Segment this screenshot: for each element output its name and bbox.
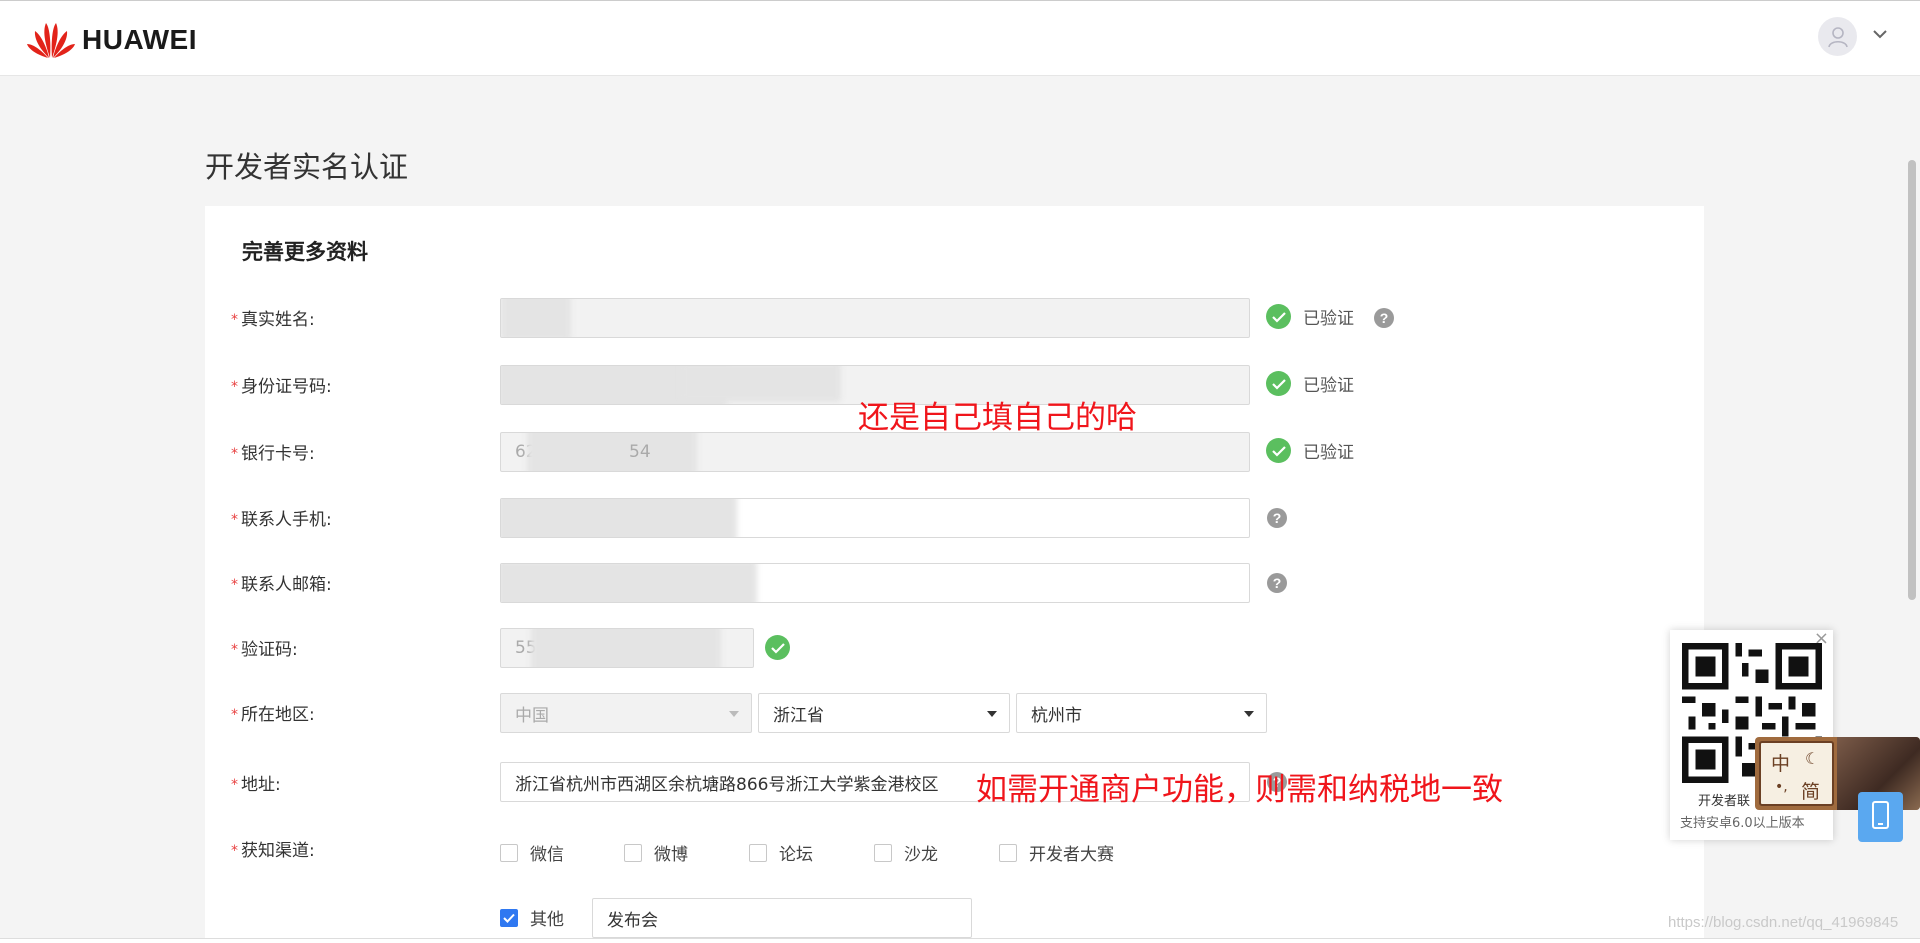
caret-down-icon <box>729 711 739 717</box>
moon-icon[interactable]: ☾ <box>1805 749 1819 768</box>
brand-name: HUAWEI <box>82 24 197 55</box>
checkbox-checked <box>500 908 518 927</box>
channel-option-salon[interactable]: 沙龙 <box>874 840 938 865</box>
ime-key-simplified[interactable]: 简 <box>1801 777 1820 804</box>
email-label: * 联系人邮箱: <box>231 575 332 595</box>
captcha-field[interactable]: 55 <box>500 628 754 668</box>
help-icon[interactable]: ? <box>1267 508 1287 528</box>
channel-label: * 获知渠道: <box>231 841 315 861</box>
ime-punctuation-icon[interactable]: •, <box>1775 779 1788 795</box>
bank-card-field[interactable]: 62 54 <box>500 432 1250 472</box>
check-circle-icon <box>1266 304 1291 329</box>
address-label: * 地址: <box>231 775 281 795</box>
country-select[interactable]: 中国 <box>500 693 752 733</box>
bank-card-verified: 已验证 <box>1266 438 1354 463</box>
ime-key-chinese[interactable]: 中 <box>1771 749 1790 776</box>
region-label: * 所在地区: <box>231 705 315 725</box>
phone-label: * 联系人手机: <box>231 510 332 530</box>
bank-card-label: * 银行卡号: <box>231 444 315 464</box>
channel-option-other[interactable]: 其他 <box>500 905 564 930</box>
annotation-note: 如需开通商户功能，则需和纳税地一致 <box>976 772 1503 808</box>
help-icon[interactable]: ? <box>1267 573 1287 593</box>
captcha-verified-icon <box>765 635 790 660</box>
required-mark: * <box>231 312 238 328</box>
checkbox <box>749 843 767 862</box>
section-title: 完善更多资料 <box>242 240 368 264</box>
ime-keys: 中 ☾ •, 简 <box>1759 741 1834 806</box>
qr-panel-title: 开发者联 <box>1698 794 1751 809</box>
help-icon[interactable]: ? <box>1374 308 1394 328</box>
checkbox <box>999 843 1017 862</box>
watermark-text: https://blog.csdn.net/qq_41969845 <box>1668 914 1899 931</box>
id-number-label: * 身份证号码: <box>231 377 332 397</box>
top-navigation-bar: HUAWEI <box>0 0 1920 76</box>
bank-card-value-tail: 54 <box>629 442 651 462</box>
page-title: 开发者实名认证 <box>205 150 409 184</box>
mobile-phone-button[interactable] <box>1858 792 1903 842</box>
city-select[interactable]: 杭州市 <box>1016 693 1267 733</box>
caret-down-icon <box>987 711 997 717</box>
user-icon <box>1827 26 1848 47</box>
form-card: 完善更多资料 * 真实姓名: 已验证 ? * 身份证号码: 已验证 * 银行卡号: 6… <box>205 206 1704 943</box>
email-field[interactable] <box>500 563 1250 603</box>
qr-panel-subtitle: 支持安卓6.0以上版本 <box>1680 816 1805 831</box>
address-value: 浙江省杭州市西湖区余杭塘路866号浙江大学紫金港校区 <box>515 774 939 795</box>
page-bottom-edge <box>0 938 1920 943</box>
annotation-note: 还是自己填自己的哈 <box>858 400 1137 436</box>
id-number-verified: 已验证 <box>1266 371 1354 396</box>
real-name-verified: 已验证 <box>1266 304 1354 329</box>
check-circle-icon <box>1266 371 1291 396</box>
caret-down-icon <box>1244 711 1254 717</box>
huawei-logo[interactable]: HUAWEI <box>26 20 197 60</box>
channel-option-wechat[interactable]: 微信 <box>500 840 564 865</box>
channel-other-input[interactable]: 发布会 <box>592 898 972 938</box>
province-select[interactable]: 浙江省 <box>758 693 1010 733</box>
chevron-down-icon[interactable] <box>1872 28 1888 40</box>
channel-option-weibo[interactable]: 微博 <box>624 840 688 865</box>
huawei-petal-logo-icon <box>27 23 75 58</box>
real-name-field[interactable] <box>500 298 1250 338</box>
checkbox <box>624 843 642 862</box>
check-circle-icon <box>1266 438 1291 463</box>
phone-field[interactable] <box>500 498 1250 538</box>
real-name-label: * 真实姓名: <box>231 310 315 330</box>
channel-option-forum[interactable]: 论坛 <box>749 840 813 865</box>
user-avatar[interactable] <box>1818 17 1857 56</box>
channel-option-contest[interactable]: 开发者大赛 <box>999 840 1114 865</box>
checkbox <box>500 843 518 862</box>
page-scrollbar[interactable] <box>1908 160 1916 600</box>
captcha-label: * 验证码: <box>231 640 298 660</box>
phone-icon <box>1872 801 1889 829</box>
checkbox <box>874 843 892 862</box>
